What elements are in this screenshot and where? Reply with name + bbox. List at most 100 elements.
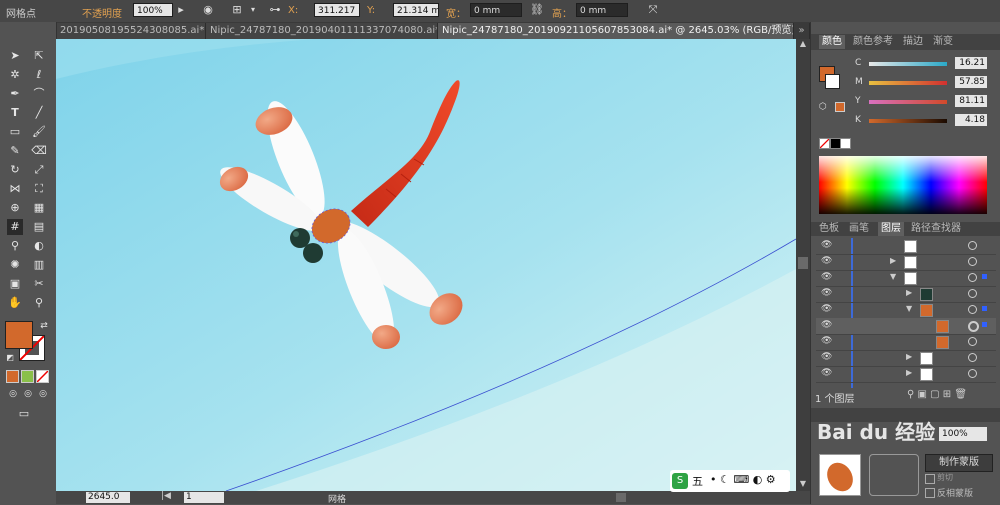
target-icon[interactable] [968,305,977,314]
scroll-down-icon[interactable]: ▼ [796,479,810,491]
artboard-canvas[interactable] [56,39,796,491]
target-icon[interactable] [968,321,979,332]
first-page-icon[interactable]: |◀ [161,491,171,501]
none-swatch[interactable] [819,138,830,149]
out-of-gamut-swatch[interactable] [835,102,845,112]
line-tool-icon[interactable]: ╱ [31,105,47,121]
eye-icon[interactable]: 👁 [821,320,832,330]
draw-inside-icon[interactable]: ◎ [35,386,51,402]
y-field[interactable]: 21.314 mm [393,3,439,17]
target-icon[interactable] [968,273,977,282]
free-transform-icon[interactable]: ⛶ [31,181,47,197]
layer-row[interactable]: 👁 ▶ [816,286,996,303]
lasso-icon[interactable]: ℓ [31,67,47,83]
layer-row[interactable]: 👁 ▼ [816,302,996,319]
color-mode-icon[interactable] [6,370,19,383]
link-icon[interactable]: ⛓ [530,3,544,17]
channel-c-slider[interactable] [869,62,947,66]
channel-m-slider[interactable] [869,81,947,85]
width-field[interactable]: 0 mm [470,3,522,17]
type-tool-icon[interactable]: T [7,105,23,121]
reference-point-icon[interactable]: ⊞ [230,3,244,17]
eye-icon[interactable]: 👁 [821,272,832,282]
tab-doc-3[interactable]: Nipic_24787180_20190921105607853084.ai* … [438,23,794,39]
tab-swatches[interactable]: 色板 [819,222,839,236]
layer-row[interactable]: 👁 ▶ [816,350,996,367]
paintbrush-tool-icon[interactable]: 🖌 [31,124,47,140]
tab-color-guide[interactable]: 颜色参考 [853,35,893,49]
make-mask-button[interactable]: 制作蒙版 [925,454,993,472]
ime-punct-icon[interactable]: • ☾ ⌨ ◐ ⚙ [710,473,776,486]
opacity-field[interactable]: 100% [133,3,173,17]
tab-stroke[interactable]: 描边 [903,35,923,49]
color-stroke-swatch[interactable] [825,74,840,89]
default-colors-icon[interactable]: ◩ [2,350,18,366]
tab-color[interactable]: 颜色 [819,35,845,49]
hscroll-thumb[interactable] [616,493,626,502]
perspective-grid-icon[interactable]: ▦ [31,200,47,216]
channel-y-value[interactable]: 81.11 [955,95,987,107]
layer-row[interactable]: 👁 [816,238,996,255]
align-anchor-icon[interactable]: ⊶ [266,3,284,17]
channel-y-slider[interactable] [869,100,947,104]
magic-wand-icon[interactable]: ✲ [7,67,23,83]
collapse-icon[interactable]: ▼ [890,272,896,281]
width-tool-icon[interactable]: ⋈ [7,181,23,197]
transform-icon[interactable]: ⤧ [646,3,660,17]
eye-icon[interactable]: 👁 [821,256,832,266]
tab-doc-2[interactable]: Nipic_24787180_20190401111337074080.ai*× [206,23,438,39]
expand-icon[interactable]: ▶ [906,352,912,361]
blend-tool-icon[interactable]: ◐ [31,238,47,254]
ime-mode[interactable]: 五 [692,473,703,489]
collapse-icon[interactable]: ▼ [906,304,912,313]
layer-row[interactable]: 👁 ▼ [816,270,996,287]
channel-c-value[interactable]: 16.21 [955,57,987,69]
scale-tool-icon[interactable]: ⤢ [31,162,47,178]
cube-icon[interactable]: ⬡ [819,102,827,112]
vertical-scrollbar[interactable]: ▲ ▼ [796,39,810,491]
scroll-up-icon[interactable]: ▲ [796,39,810,51]
mesh-tool-icon[interactable]: # [7,219,23,235]
gradient-mode-icon[interactable] [21,370,34,383]
transparency-opacity-field[interactable]: 100% [939,427,987,441]
direct-selection-tool-icon[interactable]: ⇱ [31,48,47,64]
eye-icon[interactable]: 👁 [821,368,832,378]
eye-icon[interactable]: 👁 [821,336,832,346]
draw-behind-icon[interactable]: ◎ [20,386,36,402]
sogou-icon[interactable]: S [672,473,688,489]
channel-m-value[interactable]: 57.85 [955,76,987,88]
scroll-thumb[interactable] [798,257,808,269]
pen-tool-icon[interactable]: ✒ [7,86,23,102]
recolor-icon[interactable]: ◉ [201,3,215,17]
status-mode[interactable]: 网格 [328,492,346,505]
tab-doc-1[interactable]: 20190508195524308085.ai*× [56,23,206,39]
tab-pathfinder[interactable]: 路径查找器 [911,222,961,236]
rectangle-tool-icon[interactable]: ▭ [7,124,23,140]
screen-mode-icon[interactable]: ▭ [16,406,32,422]
target-icon[interactable] [968,353,977,362]
swap-fill-stroke-icon[interactable]: ⇄ [36,318,52,334]
curvature-tool-icon[interactable]: ⌒ [31,86,47,102]
tab-gradient[interactable]: 渐变 [933,35,953,49]
expand-icon[interactable]: ▶ [906,368,912,377]
channel-k-slider[interactable] [869,119,947,123]
slice-tool-icon[interactable]: ✂ [31,276,47,292]
tab-layers[interactable]: 图层 [878,222,904,236]
draw-normal-icon[interactable]: ◎ [5,386,21,402]
pencil-tool-icon[interactable]: ✎ [7,143,23,159]
selection-tool-icon[interactable]: ➤ [7,48,23,64]
chevron-down-icon[interactable]: ▾ [246,3,260,17]
tab-overflow-icon[interactable]: » [794,23,810,39]
artboard-tool-icon[interactable]: ▣ [7,276,23,292]
invert-mask-checkbox[interactable] [925,488,935,498]
object-thumbnail[interactable] [819,454,861,496]
eraser-tool-icon[interactable]: ⌫ [31,143,47,159]
layer-actions-icon[interactable]: ⚲ ▣ ▢ ⊞ 🗑 [907,389,967,400]
white-swatch[interactable] [840,138,851,149]
eye-icon[interactable]: 👁 [821,352,832,362]
eye-icon[interactable]: 👁 [821,240,832,250]
symbol-sprayer-icon[interactable]: ✺ [7,257,23,273]
none-mode-icon[interactable] [36,370,49,383]
zoom-field[interactable]: 2645.0 [86,492,130,503]
layer-row[interactable]: 👁 ▶ [816,254,996,271]
